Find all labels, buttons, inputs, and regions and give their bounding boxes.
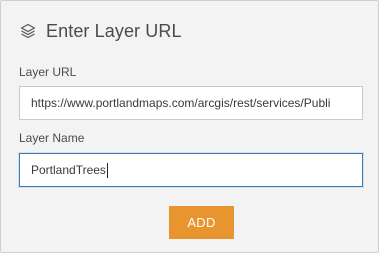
add-button[interactable]: ADD bbox=[169, 206, 234, 239]
layer-url-input[interactable]: https://www.portlandmaps.com/arcgis/rest… bbox=[19, 86, 363, 120]
layer-name-label: Layer Name bbox=[19, 131, 85, 145]
layer-url-label: Layer URL bbox=[19, 65, 77, 79]
layer-name-input[interactable]: PortlandTrees bbox=[19, 153, 363, 187]
panel-title: Enter Layer URL bbox=[46, 20, 182, 41]
layers-icon bbox=[19, 22, 37, 40]
enter-layer-url-panel: Enter Layer URL Layer URL https://www.po… bbox=[0, 0, 379, 253]
panel-header: Enter Layer URL bbox=[19, 17, 182, 45]
layer-name-value: PortlandTrees bbox=[31, 163, 106, 177]
layer-url-value: https://www.portlandmaps.com/arcgis/rest… bbox=[31, 96, 331, 110]
text-caret bbox=[106, 162, 108, 178]
